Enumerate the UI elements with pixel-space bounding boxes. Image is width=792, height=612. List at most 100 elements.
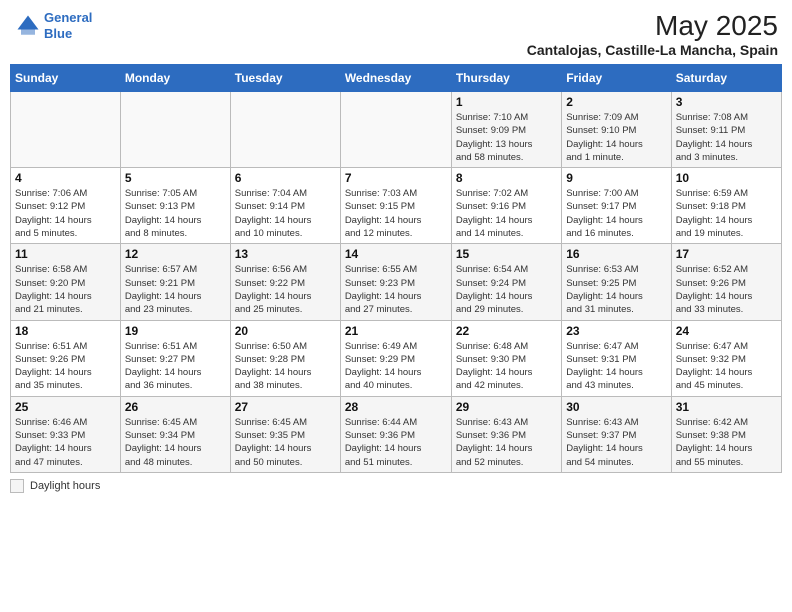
- day-number: 21: [345, 324, 447, 338]
- legend: Daylight hours: [10, 479, 782, 493]
- weekday-header-wednesday: Wednesday: [340, 65, 451, 92]
- weekday-header-row: SundayMondayTuesdayWednesdayThursdayFrid…: [11, 65, 782, 92]
- calendar-cell: 8Sunrise: 7:02 AM Sunset: 9:16 PM Daylig…: [451, 168, 561, 244]
- day-info: Sunrise: 6:51 AM Sunset: 9:26 PM Dayligh…: [15, 340, 116, 393]
- calendar-table: SundayMondayTuesdayWednesdayThursdayFrid…: [10, 64, 782, 473]
- day-info: Sunrise: 6:51 AM Sunset: 9:27 PM Dayligh…: [125, 340, 226, 393]
- location-title: Cantalojas, Castille-La Mancha, Spain: [527, 42, 778, 58]
- day-info: Sunrise: 6:45 AM Sunset: 9:35 PM Dayligh…: [235, 416, 336, 469]
- logo: General Blue: [14, 10, 92, 41]
- day-number: 27: [235, 400, 336, 414]
- day-info: Sunrise: 7:09 AM Sunset: 9:10 PM Dayligh…: [566, 111, 666, 164]
- weekday-header-tuesday: Tuesday: [230, 65, 340, 92]
- weekday-header-sunday: Sunday: [11, 65, 121, 92]
- day-number: 12: [125, 247, 226, 261]
- logo-text: General Blue: [44, 10, 92, 41]
- day-info: Sunrise: 7:00 AM Sunset: 9:17 PM Dayligh…: [566, 187, 666, 240]
- day-number: 22: [456, 324, 557, 338]
- day-info: Sunrise: 6:57 AM Sunset: 9:21 PM Dayligh…: [125, 263, 226, 316]
- day-info: Sunrise: 6:43 AM Sunset: 9:37 PM Dayligh…: [566, 416, 666, 469]
- calendar-cell: 27 Sunrise: 6:45 AM Sunset: 9:35 PM Dayli…: [230, 396, 340, 472]
- calendar-cell: [230, 92, 340, 168]
- calendar-cell: 6 Sunrise: 7:04 AM Sunset: 9:14 PM Daylig…: [230, 168, 340, 244]
- weekday-header-monday: Monday: [120, 65, 230, 92]
- day-number: 19: [125, 324, 226, 338]
- day-info: Sunrise: 7:08 AM Sunset: 9:11 PM Dayligh…: [676, 111, 777, 164]
- day-number: 18: [15, 324, 116, 338]
- calendar-cell: 7 Sunrise: 7:03 AM Sunset: 9:15 PM Daylig…: [340, 168, 451, 244]
- week-row-3: 11Sunrise: 6:58 AM Sunset: 9:20 PM Dayli…: [11, 244, 782, 320]
- day-info: Sunrise: 6:56 AM Sunset: 9:22 PM Dayligh…: [235, 263, 336, 316]
- day-number: 16: [566, 247, 666, 261]
- calendar-cell: 29 Sunrise: 6:43 AM Sunset: 9:36 PM Dayli…: [451, 396, 561, 472]
- day-number: 5: [125, 171, 226, 185]
- day-info: Sunrise: 6:43 AM Sunset: 9:36 PM Dayligh…: [456, 416, 557, 469]
- week-row-4: 18 Sunrise: 6:51 AM Sunset: 9:26 PM Dayli…: [11, 320, 782, 396]
- day-info: Sunrise: 7:06 AM Sunset: 9:12 PM Dayligh…: [15, 187, 116, 240]
- day-info: Sunrise: 6:54 AM Sunset: 9:24 PM Dayligh…: [456, 263, 557, 316]
- week-row-5: 25 Sunrise: 6:46 AM Sunset: 9:33 PM Dayli…: [11, 396, 782, 472]
- calendar-cell: 22 Sunrise: 6:48 AM Sunset: 9:30 PM Dayli…: [451, 320, 561, 396]
- calendar-cell: 3 Sunrise: 7:08 AM Sunset: 9:11 PM Daylig…: [671, 92, 781, 168]
- day-info: Sunrise: 6:46 AM Sunset: 9:33 PM Dayligh…: [15, 416, 116, 469]
- title-area: May 2025 Cantalojas, Castille-La Mancha,…: [527, 10, 778, 58]
- day-number: 4: [15, 171, 116, 185]
- day-number: 30: [566, 400, 666, 414]
- calendar-cell: [120, 92, 230, 168]
- month-title: May 2025: [527, 10, 778, 42]
- day-info: Sunrise: 6:47 AM Sunset: 9:31 PM Dayligh…: [566, 340, 666, 393]
- calendar-cell: 28 Sunrise: 6:44 AM Sunset: 9:36 PM Dayli…: [340, 396, 451, 472]
- day-number: 15: [456, 247, 557, 261]
- day-number: 3: [676, 95, 777, 109]
- calendar-cell: 10 Sunrise: 6:59 AM Sunset: 9:18 PM Dayli…: [671, 168, 781, 244]
- calendar-cell: 23 Sunrise: 6:47 AM Sunset: 9:31 PM Dayli…: [562, 320, 671, 396]
- calendar-cell: 20Sunrise: 6:50 AM Sunset: 9:28 PM Dayli…: [230, 320, 340, 396]
- day-info: Sunrise: 6:45 AM Sunset: 9:34 PM Dayligh…: [125, 416, 226, 469]
- day-number: 1: [456, 95, 557, 109]
- day-info: Sunrise: 6:44 AM Sunset: 9:36 PM Dayligh…: [345, 416, 447, 469]
- calendar-cell: 2 Sunrise: 7:09 AM Sunset: 9:10 PM Daylig…: [562, 92, 671, 168]
- header: General Blue May 2025 Cantalojas, Castil…: [10, 10, 782, 58]
- calendar-cell: 14 Sunrise: 6:55 AM Sunset: 9:23 PM Dayli…: [340, 244, 451, 320]
- calendar-cell: 26Sunrise: 6:45 AM Sunset: 9:34 PM Dayli…: [120, 396, 230, 472]
- calendar-cell: 30 Sunrise: 6:43 AM Sunset: 9:37 PM Dayli…: [562, 396, 671, 472]
- day-info: Sunrise: 6:52 AM Sunset: 9:26 PM Dayligh…: [676, 263, 777, 316]
- day-number: 29: [456, 400, 557, 414]
- calendar-cell: 16 Sunrise: 6:53 AM Sunset: 9:25 PM Dayli…: [562, 244, 671, 320]
- calendar-cell: [11, 92, 121, 168]
- week-row-1: 1 Sunrise: 7:10 AM Sunset: 9:09 PM Daylig…: [11, 92, 782, 168]
- day-info: Sunrise: 6:53 AM Sunset: 9:25 PM Dayligh…: [566, 263, 666, 316]
- day-number: 6: [235, 171, 336, 185]
- day-info: Sunrise: 6:48 AM Sunset: 9:30 PM Dayligh…: [456, 340, 557, 393]
- calendar-cell: 17Sunrise: 6:52 AM Sunset: 9:26 PM Dayli…: [671, 244, 781, 320]
- day-info: Sunrise: 6:47 AM Sunset: 9:32 PM Dayligh…: [676, 340, 777, 393]
- day-number: 24: [676, 324, 777, 338]
- calendar-cell: 12 Sunrise: 6:57 AM Sunset: 9:21 PM Dayli…: [120, 244, 230, 320]
- day-info: Sunrise: 7:10 AM Sunset: 9:09 PM Dayligh…: [456, 111, 557, 164]
- day-info: Sunrise: 7:05 AM Sunset: 9:13 PM Dayligh…: [125, 187, 226, 240]
- day-info: Sunrise: 6:50 AM Sunset: 9:28 PM Dayligh…: [235, 340, 336, 393]
- calendar-cell: 4 Sunrise: 7:06 AM Sunset: 9:12 PM Daylig…: [11, 168, 121, 244]
- logo-icon: [14, 12, 42, 40]
- day-number: 23: [566, 324, 666, 338]
- calendar-cell: 1 Sunrise: 7:10 AM Sunset: 9:09 PM Daylig…: [451, 92, 561, 168]
- calendar-cell: 15 Sunrise: 6:54 AM Sunset: 9:24 PM Dayli…: [451, 244, 561, 320]
- day-number: 2: [566, 95, 666, 109]
- day-number: 7: [345, 171, 447, 185]
- calendar-cell: 9Sunrise: 7:00 AM Sunset: 9:17 PM Daylig…: [562, 168, 671, 244]
- day-number: 28: [345, 400, 447, 414]
- day-info: Sunrise: 6:55 AM Sunset: 9:23 PM Dayligh…: [345, 263, 447, 316]
- day-info: Sunrise: 7:04 AM Sunset: 9:14 PM Dayligh…: [235, 187, 336, 240]
- calendar-cell: 19 Sunrise: 6:51 AM Sunset: 9:27 PM Dayli…: [120, 320, 230, 396]
- day-number: 14: [345, 247, 447, 261]
- weekday-header-saturday: Saturday: [671, 65, 781, 92]
- day-info: Sunrise: 6:59 AM Sunset: 9:18 PM Dayligh…: [676, 187, 777, 240]
- day-number: 25: [15, 400, 116, 414]
- day-number: 8: [456, 171, 557, 185]
- calendar-cell: 24 Sunrise: 6:47 AM Sunset: 9:32 PM Dayli…: [671, 320, 781, 396]
- calendar-cell: 18 Sunrise: 6:51 AM Sunset: 9:26 PM Dayli…: [11, 320, 121, 396]
- day-info: Sunrise: 7:03 AM Sunset: 9:15 PM Dayligh…: [345, 187, 447, 240]
- legend-label: Daylight hours: [30, 480, 100, 492]
- day-number: 10: [676, 171, 777, 185]
- day-info: Sunrise: 6:49 AM Sunset: 9:29 PM Dayligh…: [345, 340, 447, 393]
